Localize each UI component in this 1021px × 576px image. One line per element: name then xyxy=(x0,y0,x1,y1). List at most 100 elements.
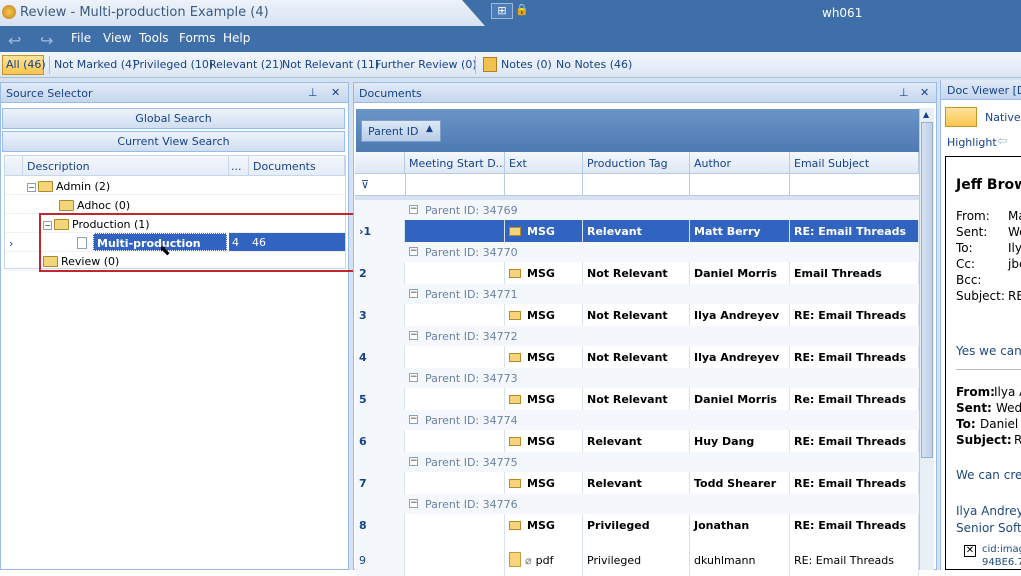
tree-row[interactable]: − Admin (2) xyxy=(5,176,345,195)
collapse-icon[interactable]: − xyxy=(409,457,418,466)
column-description[interactable]: Description xyxy=(23,156,229,176)
table-cell[interactable]: Re: Email Threads xyxy=(790,388,919,410)
redo-icon[interactable]: ↪ xyxy=(40,31,53,50)
table-cell[interactable]: Relevant xyxy=(583,472,690,494)
table-cell[interactable] xyxy=(405,346,505,368)
table-cell[interactable]: MSG xyxy=(505,430,583,452)
table-cell[interactable] xyxy=(405,536,505,576)
collapse-icon[interactable]: − xyxy=(27,183,36,192)
group-row[interactable]: − Parent ID: 34771 xyxy=(355,284,919,304)
filter-notes[interactable]: Notes (0) xyxy=(501,58,552,71)
group-row[interactable]: − Parent ID: 34776 xyxy=(355,494,919,514)
collapse-icon[interactable]: − xyxy=(409,415,418,424)
table-cell[interactable]: Privileged xyxy=(583,514,690,536)
close-icon[interactable]: ✕ xyxy=(331,86,340,99)
table-cell[interactable] xyxy=(405,514,505,536)
filter-privileged[interactable]: Privileged (10) xyxy=(133,58,213,71)
filter-all[interactable]: All (46) xyxy=(6,58,46,71)
filter-no-notes[interactable]: No Notes (46) xyxy=(556,58,632,71)
filter-icon[interactable]: ⊽ xyxy=(361,178,369,191)
table-row[interactable]: 8 MSG Privileged Jonathan RE: Email Threads xyxy=(355,514,919,536)
group-row[interactable]: − Parent ID: 34773 xyxy=(355,368,919,388)
pin-icon[interactable]: ⊥ xyxy=(308,86,318,99)
table-cell[interactable] xyxy=(405,472,505,494)
table-row[interactable]: ›1 MSG Relevant Matt Berry RE: Email Threads xyxy=(355,220,919,242)
arrow-left-icon[interactable]: ⇦ xyxy=(997,134,1008,149)
column-dots[interactable]: ... xyxy=(229,156,249,176)
tree-row[interactable]: Adhoc (0) xyxy=(5,195,345,214)
highlight-button[interactable]: Highlight xyxy=(947,136,997,149)
collapse-icon[interactable]: − xyxy=(409,205,418,214)
collapse-icon[interactable]: − xyxy=(409,289,418,298)
table-cell[interactable] xyxy=(405,262,505,284)
filter-further-review[interactable]: Further Review (0) xyxy=(375,58,477,71)
table-cell[interactable]: Matt Berry xyxy=(690,220,790,242)
column-ext[interactable]: Ext xyxy=(505,152,583,174)
group-row[interactable]: − Parent ID: 34775 xyxy=(355,452,919,472)
menu-help[interactable]: Help xyxy=(223,31,250,45)
table-cell[interactable]: Email Threads xyxy=(790,262,919,284)
pin-icon[interactable]: ⊥ xyxy=(899,86,909,99)
table-cell[interactable]: Todd Shearer xyxy=(690,472,790,494)
table-cell[interactable]: Daniel Morris xyxy=(690,262,790,284)
column-documents[interactable]: Documents xyxy=(249,156,345,176)
table-cell[interactable]: MSG xyxy=(505,472,583,494)
table-row[interactable]: 2 MSG Not Relevant Daniel Morris Email Threa… xyxy=(355,262,919,284)
filter-cell[interactable] xyxy=(690,174,790,196)
table-cell[interactable]: RE: Email Threads xyxy=(790,472,919,494)
filter-cell[interactable] xyxy=(505,174,583,196)
menu-forms[interactable]: Forms xyxy=(179,31,215,45)
menu-view[interactable]: View xyxy=(103,31,131,45)
table-cell[interactable] xyxy=(405,430,505,452)
table-cell[interactable]: MSG xyxy=(505,220,583,242)
table-cell[interactable]: MSG xyxy=(505,388,583,410)
filter-not-relevant[interactable]: Not Relevant (11) xyxy=(282,58,379,71)
table-cell[interactable]: MSG xyxy=(505,262,583,284)
filter-relevant[interactable]: Relevant (21) xyxy=(209,58,283,71)
group-row[interactable]: − Parent ID: 34769 xyxy=(355,200,919,220)
column-meeting-start[interactable]: Meeting Start D... xyxy=(405,152,505,174)
collapse-icon[interactable]: − xyxy=(409,247,418,256)
table-cell[interactable] xyxy=(405,388,505,410)
table-row[interactable]: 5 MSG Not Relevant Daniel Morris Re: Email T… xyxy=(355,388,919,410)
table-row[interactable]: 3 MSG Not Relevant Ilya Andreyev RE: Email T… xyxy=(355,304,919,326)
collapse-icon[interactable]: − xyxy=(409,373,418,382)
table-cell[interactable]: Not Relevant xyxy=(583,388,690,410)
scroll-thumb[interactable] xyxy=(921,122,933,458)
table-cell[interactable]: ⌀ pdf xyxy=(505,536,583,576)
table-cell[interactable] xyxy=(405,220,505,242)
lock-icon[interactable]: 🔒 xyxy=(514,3,530,19)
table-cell[interactable]: MSG xyxy=(505,304,583,326)
table-cell[interactable]: Not Relevant xyxy=(583,346,690,368)
group-row[interactable]: − Parent ID: 34770 xyxy=(355,242,919,262)
native-tab[interactable]: Native xyxy=(985,111,1021,124)
table-row[interactable]: 7 MSG Relevant Todd Shearer RE: Email Thread… xyxy=(355,472,919,494)
column-production-tag[interactable]: Production Tag xyxy=(583,152,690,174)
table-cell[interactable]: Jonathan xyxy=(690,514,790,536)
table-row[interactable]: 4 MSG Not Relevant Ilya Andreyev RE: Email T… xyxy=(355,346,919,368)
image-link[interactable]: cid:imag xyxy=(982,544,1021,555)
table-cell[interactable]: MSG xyxy=(505,346,583,368)
table-cell[interactable]: RE: Email Threads xyxy=(790,304,919,326)
group-by-parent-id[interactable]: Parent ID ▲ xyxy=(361,120,441,142)
table-cell[interactable]: Relevant xyxy=(583,220,690,242)
filter-cell[interactable] xyxy=(583,174,690,196)
table-cell[interactable]: Not Relevant xyxy=(583,262,690,284)
collapse-icon[interactable]: − xyxy=(409,499,418,508)
table-cell[interactable]: Daniel Morris xyxy=(690,388,790,410)
table-cell[interactable]: MSG xyxy=(505,514,583,536)
table-cell[interactable]: RE: Email Threads xyxy=(790,430,919,452)
table-cell[interactable]: Huy Dang xyxy=(690,430,790,452)
menu-file[interactable]: File xyxy=(71,31,91,45)
table-cell[interactable]: Ilya Andreyev xyxy=(690,304,790,326)
menu-tools[interactable]: Tools xyxy=(139,31,169,45)
documents-scrollbar[interactable]: ▲ xyxy=(919,108,934,570)
table-row[interactable]: 6 MSG Relevant Huy Dang RE: Email Threads xyxy=(355,430,919,452)
table-row[interactable]: 9 ⌀ pdf Privileged dkuhlmann RE: Email Thread… xyxy=(355,536,919,576)
table-cell[interactable]: RE: Email Threads xyxy=(790,220,919,242)
scroll-up-icon[interactable]: ▲ xyxy=(923,110,929,119)
close-icon[interactable]: ✕ xyxy=(920,86,929,99)
column-author[interactable]: Author xyxy=(690,152,790,174)
global-search-button[interactable]: Global Search xyxy=(2,108,345,129)
table-cell[interactable]: Relevant xyxy=(583,430,690,452)
